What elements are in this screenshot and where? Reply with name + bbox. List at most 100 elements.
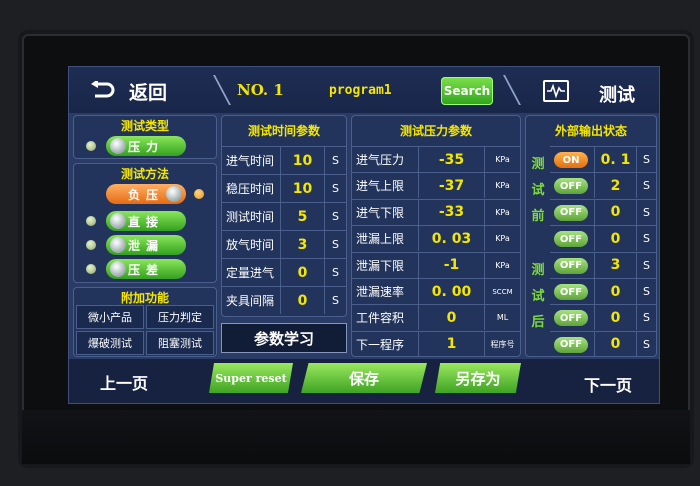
- pressure-param-unit: KPa: [484, 226, 520, 252]
- micro-product-button[interactable]: 微小产品: [76, 305, 144, 329]
- toggle-knob: [110, 237, 126, 253]
- save-as-button[interactable]: 另存为: [435, 363, 521, 393]
- pressure-param-value[interactable]: -33: [418, 199, 484, 225]
- prev-page-button[interactable]: 上一页: [69, 363, 179, 401]
- output-toggle[interactable]: OFF: [554, 310, 588, 327]
- method-direct-button[interactable]: 直接: [106, 211, 186, 231]
- output-time-value[interactable]: 0: [594, 331, 636, 357]
- time-param-value[interactable]: 3: [280, 231, 324, 258]
- program-number: NO. 1: [237, 81, 284, 99]
- before-test-label: 测 试 前: [530, 152, 546, 230]
- pressure-param-label: 进气下限: [356, 205, 405, 220]
- super-reset-button[interactable]: Super reset: [209, 363, 293, 393]
- save-button[interactable]: 保存: [301, 363, 427, 393]
- output-toggle[interactable]: OFF: [554, 231, 588, 248]
- device-bezel-bottom: [22, 410, 690, 464]
- method-leak-label: 泄漏: [127, 238, 164, 253]
- pressure-param-value[interactable]: 0: [418, 305, 484, 331]
- output-toggle[interactable]: OFF: [554, 257, 588, 274]
- toggle-cell: OFF: [550, 305, 594, 330]
- pressure-param-row: 工件容积 0 ML: [352, 304, 520, 331]
- output-time-unit: S: [636, 252, 656, 278]
- output-time-value[interactable]: 2: [594, 173, 636, 199]
- time-param-row: 进气时间 10 S: [222, 146, 346, 174]
- output-time-unit: S: [636, 173, 656, 199]
- pressure-param-value[interactable]: -35: [418, 147, 484, 172]
- time-param-label: 进气时间: [226, 154, 275, 168]
- test-type-pressure-button[interactable]: 压力: [106, 136, 186, 156]
- blockage-test-button[interactable]: 阻塞测试: [146, 331, 214, 355]
- after-label-char: 后: [531, 315, 545, 330]
- time-param-label: 稳压时间: [226, 182, 275, 196]
- output-toggle[interactable]: ON: [554, 152, 588, 168]
- output-time-value[interactable]: 0: [594, 226, 636, 252]
- pressure-judge-button[interactable]: 压力判定: [146, 305, 214, 329]
- search-button[interactable]: Search: [441, 77, 493, 105]
- toggle-cell: OFF: [550, 332, 594, 357]
- time-param-unit: S: [324, 231, 346, 258]
- method-differential-button[interactable]: 压差: [106, 259, 186, 279]
- external-output-row: OFF 0 S: [550, 330, 656, 357]
- pressure-param-row: 泄漏下限 -1 KPa: [352, 251, 520, 278]
- pressure-param-value[interactable]: 0. 00: [418, 279, 484, 304]
- pressure-param-label: 泄漏速率: [356, 285, 405, 299]
- output-time-value[interactable]: 0: [594, 279, 636, 304]
- time-param-value[interactable]: 0: [280, 259, 324, 286]
- output-time-value[interactable]: 0: [594, 305, 636, 331]
- time-param-unit: S: [324, 203, 346, 230]
- pressure-param-value[interactable]: -37: [418, 173, 484, 199]
- parameter-learn-button[interactable]: 参数学习: [221, 323, 347, 353]
- pressure-param-value[interactable]: -1: [418, 252, 484, 278]
- time-param-value[interactable]: 0: [280, 287, 324, 314]
- output-toggle[interactable]: OFF: [554, 336, 588, 353]
- external-output-row: OFF 0 S: [550, 304, 656, 331]
- pressure-param-unit: KPa: [484, 147, 520, 172]
- time-param-value[interactable]: 10: [280, 175, 324, 202]
- before-label-char: 试: [531, 183, 545, 198]
- program-name[interactable]: program1: [329, 83, 392, 98]
- external-output-panel: 外部输出状态 测 试 前 测 试 后 ON 0. 1 S OFF 2 S OFF 0 S OFF 0…: [525, 115, 657, 357]
- back-button[interactable]: 返回: [89, 77, 219, 105]
- time-param-label: 放气时间: [226, 238, 275, 252]
- option-indicator: [86, 240, 96, 250]
- next-page-button[interactable]: 下一页: [555, 367, 659, 401]
- pressure-param-unit: KPa: [484, 173, 520, 199]
- output-time-value[interactable]: 0: [594, 199, 636, 225]
- pressure-param-unit: 程序号: [484, 331, 520, 357]
- pressure-param-value[interactable]: 1: [418, 331, 484, 357]
- output-toggle[interactable]: OFF: [554, 204, 588, 221]
- time-params-panel: 测试时间参数 进气时间 10 S 稳压时间 10 S 测试时间 5 S 放气时间 3 S 定量进气 0 S 夹…: [221, 115, 347, 317]
- toggle-knob: [166, 186, 182, 202]
- time-param-value[interactable]: 5: [280, 203, 324, 230]
- time-param-value[interactable]: 10: [280, 147, 324, 174]
- toggle-knob: [110, 261, 126, 277]
- pressure-param-unit: SCCM: [484, 279, 520, 304]
- method-leak-button[interactable]: 泄漏: [106, 235, 186, 255]
- burst-test-button[interactable]: 爆破测试: [76, 331, 144, 355]
- pressure-param-row: 进气压力 -35 KPa: [352, 146, 520, 172]
- before-label-char: 测: [531, 157, 545, 172]
- toggle-cell: OFF: [550, 279, 594, 304]
- output-toggle[interactable]: OFF: [554, 178, 588, 195]
- output-time-unit: S: [636, 199, 656, 225]
- page-title: 测试: [599, 85, 635, 106]
- pressure-params-panel: 测试压力参数 进气压力 -35 KPa 进气上限 -37 KPa 进气下限 -33 KPa 泄漏上…: [351, 115, 521, 357]
- prev-page-label: 上一页: [99, 374, 148, 393]
- output-time-unit: S: [636, 147, 656, 172]
- pressure-param-label: 进气压力: [356, 153, 405, 167]
- pressure-param-value[interactable]: 0. 03: [418, 226, 484, 252]
- output-time-unit: S: [636, 279, 656, 304]
- method-negative-pressure-button[interactable]: 负压: [106, 184, 186, 204]
- super-reset-label: Super reset: [215, 371, 287, 385]
- time-param-unit: S: [324, 259, 346, 286]
- test-type-panel: 测试类型 压力: [73, 115, 217, 159]
- output-time-value[interactable]: 0. 1: [594, 147, 636, 172]
- pressure-param-row: 下一程序 1 程序号: [352, 330, 520, 357]
- external-output-title: 外部输出状态: [554, 124, 627, 138]
- waveform-monitor-icon[interactable]: [543, 80, 569, 102]
- return-arrow-icon: [91, 81, 115, 98]
- output-time-value[interactable]: 3: [594, 252, 636, 278]
- pressure-param-label: 进气上限: [356, 179, 405, 194]
- output-toggle[interactable]: OFF: [554, 284, 588, 300]
- save-as-label: 另存为: [455, 369, 501, 388]
